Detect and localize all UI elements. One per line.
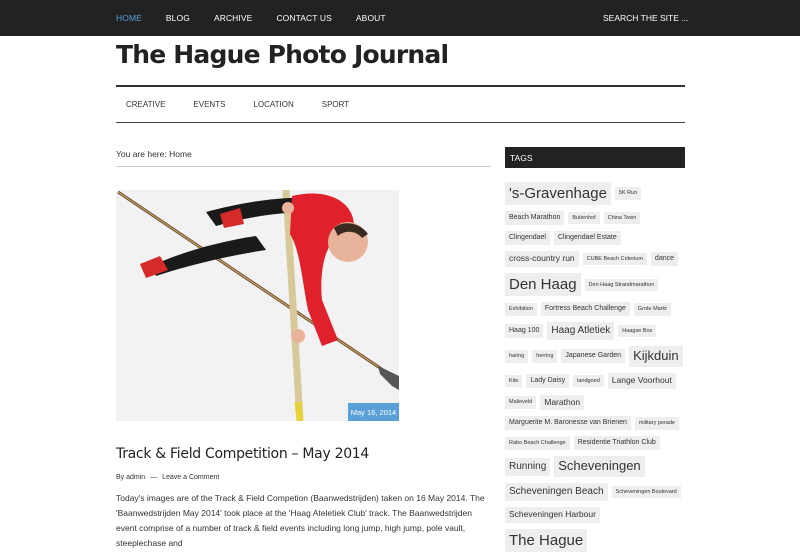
tag-link[interactable]: Lange Voorhout [607,372,676,389]
tag-link[interactable]: Malieveld [505,396,537,409]
secondary-nav: CREATIVE EVENTS LOCATION SPORT [126,100,377,109]
nav-divider [116,122,685,123]
tag-link[interactable]: Clingendael [505,231,550,246]
tag-link[interactable]: Exhibition [505,303,537,316]
tag-link[interactable]: haring [505,350,529,363]
secondary-nav-location[interactable]: LOCATION [253,100,293,109]
tag-link[interactable]: Clingendael Estate [553,231,621,246]
tag-link[interactable]: Scheveningen Beach [505,483,608,501]
tag-link[interactable]: Haag Atletiek [547,322,615,340]
tag-link[interactable]: CUBE Beach Criterium [582,253,647,266]
search-input[interactable]: SEARCH THE SITE ... [603,13,688,23]
tag-link[interactable]: Japanese Garden [561,349,626,364]
tag-link[interactable]: Residentie Triathlon Club [573,436,660,451]
tag-link[interactable]: Beach Marathon [505,211,565,226]
post-title[interactable]: Track & Field Competition – May 2014 [116,446,369,462]
post-author-link[interactable]: admin [126,474,145,481]
top-navigation-bar: HOME BLOG ARCHIVE CONTACT US ABOUT SEARC… [0,0,800,36]
site-title[interactable]: The Hague Photo Journal [116,40,449,69]
tag-link[interactable]: 5K Run [614,187,642,200]
tag-link[interactable]: Fortress Beach Challenge [540,302,630,317]
post-date-badge: May 16, 2014 [348,403,399,421]
post-excerpt: Today's images are of the Track & Field … [116,493,485,548]
tag-link[interactable]: Scheveningen [554,456,645,478]
top-nav-about[interactable]: ABOUT [356,13,386,23]
post-featured-image[interactable] [116,190,399,421]
top-nav-home[interactable]: HOME [116,13,142,23]
secondary-nav-events[interactable]: EVENTS [193,100,225,109]
tag-cloud: 's-Gravenhage 5K Run Beach Marathon Buitenh… [505,182,687,558]
secondary-nav-creative[interactable]: CREATIVE [126,100,165,109]
meta-separator: — [150,474,158,481]
tag-link[interactable]: Marguerite M. Baronesse van Brienen [505,416,631,431]
tag-link[interactable]: The Hague [505,528,588,552]
meta-by-label: By [116,474,125,481]
breadcrumb: You are here: Home [116,149,192,159]
tag-link[interactable]: Haagse Bos [618,325,657,338]
tag-link[interactable]: Kijkduin [629,345,683,367]
tag-link[interactable]: Haag 100 [505,324,544,339]
tag-link[interactable]: Marathon [540,394,585,411]
leave-comment-link[interactable]: Leave a Comment [162,474,219,481]
secondary-nav-sport[interactable]: SPORT [322,100,349,109]
tag-link[interactable]: Running [505,458,551,476]
tag-link[interactable]: Buitenhof [568,212,600,225]
tag-link[interactable]: cross-country run [505,251,579,268]
top-nav-contact[interactable]: CONTACT US [276,13,331,23]
tag-link[interactable]: herring [532,350,558,363]
top-nav-archive[interactable]: ARCHIVE [214,13,253,23]
breadcrumb-divider [116,166,491,167]
tag-link[interactable]: Lady Daisy [526,373,570,388]
tag-link[interactable]: Kite [505,374,523,387]
tag-link[interactable]: China Town [603,212,641,225]
tag-link[interactable]: Den Haag Strandmarathon [584,278,659,291]
top-nav-blog[interactable]: BLOG [166,13,190,23]
header-divider [116,85,685,87]
pole-vault-athlete-image [116,190,399,421]
tag-link[interactable]: Scheveningen Harbour [505,506,600,523]
tags-widget-title: TAGS [505,147,685,168]
tag-link[interactable]: 's-Gravenhage [505,182,611,206]
tag-link[interactable]: dance [650,252,678,267]
tag-link[interactable]: landgoed [573,374,604,387]
tag-link[interactable]: Grote Markt [633,303,671,316]
tag-link[interactable]: Rabo Beach Challenge [505,437,570,450]
post-meta: By admin — Leave a Comment [116,474,219,481]
top-nav-menu: HOME BLOG ARCHIVE CONTACT US ABOUT [116,0,410,36]
tag-link[interactable]: Scheveningen Boulevard [611,486,681,499]
tag-link[interactable]: military perade [634,417,679,430]
tag-link[interactable]: Den Haag [505,273,581,297]
